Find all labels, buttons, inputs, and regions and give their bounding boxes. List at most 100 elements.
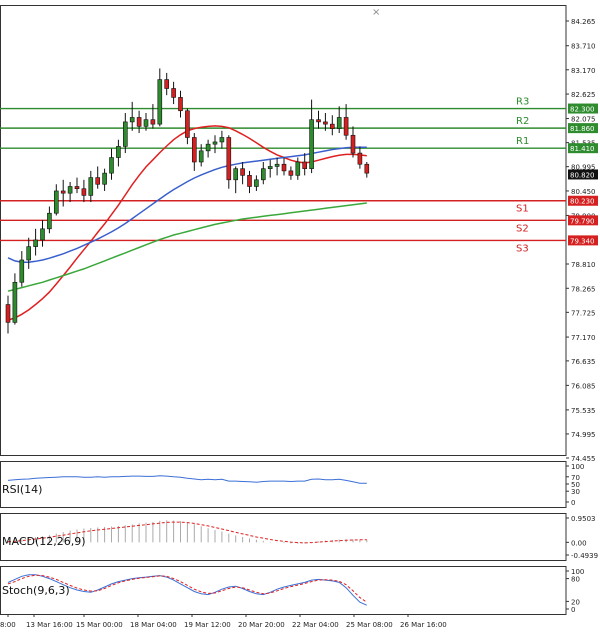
x-tick-label: 15 Mar 00:00 — [76, 621, 123, 629]
current-price-text: 80.820 — [570, 171, 595, 179]
candle-body — [329, 123, 335, 129]
candle-body — [192, 137, 197, 163]
y-tick-label: 75.535 — [571, 407, 596, 415]
forex-chart: ×84.26583.71083.17082.62582.07581.53580.… — [0, 5, 598, 629]
candle-body — [178, 97, 183, 112]
x-tick-label: 8:00 — [0, 621, 16, 629]
candle-body — [240, 168, 245, 176]
indicator-tick-label: 80 — [571, 576, 580, 584]
candle-body — [109, 157, 114, 174]
y-tick-label: 77.725 — [571, 309, 596, 317]
y-tick-label: 78.265 — [571, 285, 596, 293]
main-panel-frame — [0, 5, 567, 456]
candle-body — [336, 117, 342, 129]
indicator-tick-label: 30 — [571, 488, 580, 496]
candle-body — [136, 117, 142, 127]
y-tick-label: 74.995 — [571, 431, 596, 439]
candle-body — [19, 259, 25, 283]
price-tag-text: 79.340 — [570, 237, 595, 245]
y-tick-label: 78.810 — [571, 261, 596, 269]
candle-body — [281, 163, 287, 172]
price-tag-text: 81.860 — [570, 125, 595, 133]
candle-body — [12, 281, 18, 323]
level-label-r3: R3 — [516, 97, 529, 108]
candle-body — [40, 228, 45, 241]
candle-body — [274, 163, 280, 167]
rsi-panel-frame — [0, 461, 567, 508]
candle-body — [74, 186, 80, 190]
x-tick-label: 25 Mar 08:00 — [346, 621, 393, 629]
candle-body — [219, 137, 225, 143]
y-tick-label: 82.075 — [571, 116, 596, 124]
price-tag-text: 82.300 — [570, 106, 595, 114]
indicator-label: RSI(14) — [2, 483, 42, 496]
candle-body — [309, 119, 314, 169]
candle-body — [88, 177, 94, 196]
price-tag-text: 80.230 — [570, 198, 595, 206]
candle-body — [316, 119, 321, 123]
x-tick-label: 19 Mar 12:00 — [184, 621, 231, 629]
candle-body — [53, 190, 59, 214]
y-tick-label: 74.455 — [571, 455, 596, 463]
indicator-tick-label: -0.4939 — [571, 552, 598, 560]
y-tick-label: 83.170 — [571, 67, 596, 75]
candle-body — [33, 239, 38, 247]
candle-body — [129, 117, 135, 123]
indicator-tick-label: 0 — [571, 606, 575, 614]
candle-body — [205, 143, 211, 152]
candle-body — [288, 170, 294, 176]
candle-body — [343, 117, 349, 136]
level-label-s2: S2 — [516, 223, 529, 234]
x-tick-label: 22 Mar 04:00 — [292, 621, 339, 629]
candle-body — [357, 152, 363, 165]
x-tick-label: 13 Mar 16:00 — [26, 621, 73, 629]
candle-body — [364, 163, 370, 174]
x-tick-label: 20 Mar 20:00 — [238, 621, 285, 629]
x-tick-label: 18 Mar 04:00 — [130, 621, 177, 629]
price-tag-text: 81.410 — [570, 145, 595, 153]
candle-body — [5, 304, 11, 323]
candle-body — [47, 212, 52, 230]
indicator-label: Stoch(9,6,3) — [2, 584, 70, 597]
candle-body — [26, 246, 32, 261]
candle-body — [95, 177, 100, 185]
x-tick-label: 26 Mar 16:00 — [400, 621, 447, 629]
price-tag-text: 79.790 — [570, 217, 595, 225]
indicator-tick-label: 0.9503 — [571, 515, 596, 523]
candle-body — [143, 119, 149, 127]
candle-body — [267, 166, 273, 169]
candle-body — [233, 168, 238, 181]
candle-body — [350, 134, 356, 154]
level-label-s1: S1 — [516, 204, 529, 215]
y-tick-label: 77.170 — [571, 334, 596, 342]
y-tick-label: 76.085 — [571, 382, 596, 390]
y-tick-label: 76.635 — [571, 358, 596, 366]
candle-body — [247, 175, 252, 187]
candle-body — [116, 146, 121, 158]
candle-body — [254, 179, 259, 187]
candle-body — [157, 79, 163, 125]
indicator-tick-label: 100 — [571, 463, 584, 471]
candle-body — [226, 137, 232, 181]
y-tick-label: 82.625 — [571, 91, 596, 99]
candle-body — [171, 88, 176, 98]
close-icon: × — [372, 7, 380, 18]
level-label-s3: S3 — [516, 243, 529, 254]
indicator-series-line — [7, 475, 367, 484]
candle-body — [67, 186, 73, 194]
candle-body — [123, 121, 128, 147]
candle-body — [164, 79, 169, 89]
y-tick-label: 84.265 — [571, 18, 596, 26]
candle-body — [150, 119, 156, 125]
indicator-tick-label: 0.00 — [571, 539, 587, 547]
candle-body — [81, 188, 87, 196]
level-label-r1: R1 — [516, 136, 529, 147]
indicator-label: MACD(12,26,9) — [2, 535, 86, 548]
candle-body — [302, 161, 308, 169]
level-label-r2: R2 — [516, 116, 529, 127]
candle-body — [60, 190, 66, 194]
y-tick-label: 80.450 — [571, 188, 596, 196]
candle-body — [198, 150, 204, 163]
candle-body — [212, 141, 218, 145]
candle-body — [185, 110, 190, 138]
